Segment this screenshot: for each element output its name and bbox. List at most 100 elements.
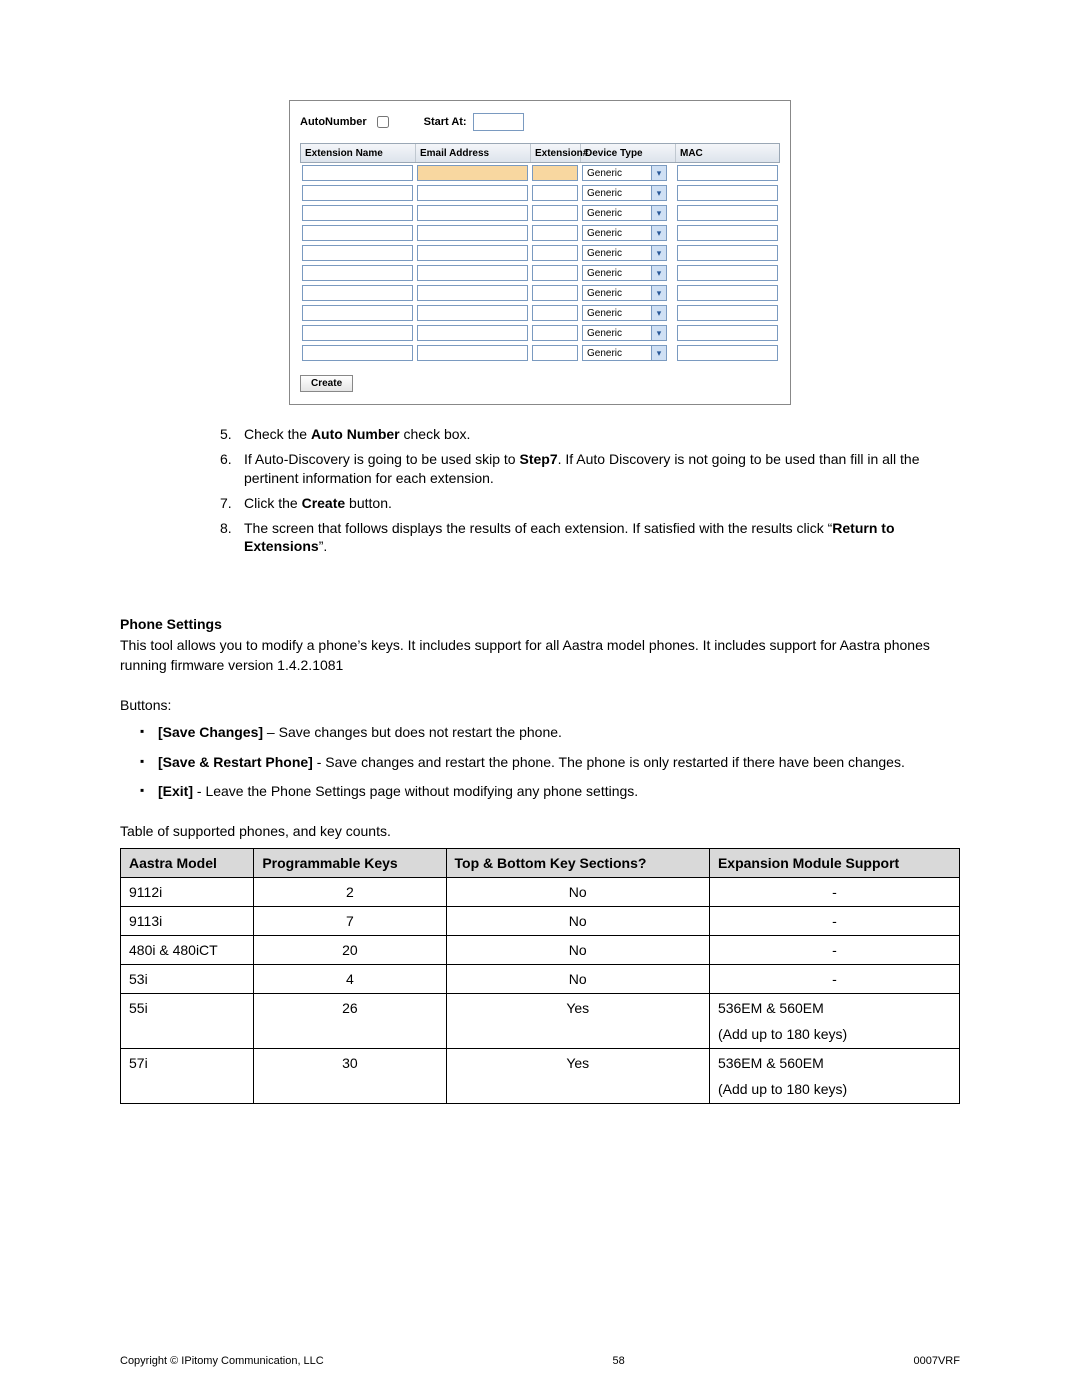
- grid-cell-input[interactable]: [302, 285, 413, 301]
- table-header-cell: Top & Bottom Key Sections?: [446, 848, 709, 877]
- extension-grid-screenshot: AutoNumber Start At: Extension Name Emai…: [289, 100, 791, 405]
- grid-cell-input[interactable]: [302, 325, 413, 341]
- buttons-bullets: [Save Changes] – Save changes but does n…: [120, 723, 960, 802]
- grid-row: Generic▾: [300, 203, 780, 223]
- grid-cell-input[interactable]: [417, 165, 528, 181]
- device-type-select[interactable]: Generic▾: [582, 325, 667, 341]
- grid-cell-input[interactable]: [302, 185, 413, 201]
- grid-cell-input[interactable]: [677, 345, 778, 361]
- grid-cell-input[interactable]: [302, 345, 413, 361]
- grid-cell-input[interactable]: [532, 305, 578, 321]
- table-row: 480i & 480iCT20No-: [121, 935, 960, 964]
- grid-cell-input[interactable]: [677, 285, 778, 301]
- table-row: 57i30Yes536EM & 560EM(Add up to 180 keys…: [121, 1048, 960, 1103]
- grid-cell-input[interactable]: [532, 285, 578, 301]
- grid-cell-input[interactable]: [532, 165, 578, 181]
- grid-cell-input[interactable]: [677, 245, 778, 261]
- chevron-down-icon: ▾: [651, 206, 666, 220]
- instruction-steps: 5.Check the Auto Number check box.6. If …: [220, 425, 960, 556]
- device-type-select[interactable]: Generic▾: [582, 285, 667, 301]
- grid-row: Generic▾: [300, 223, 780, 243]
- device-type-select[interactable]: Generic▾: [582, 345, 667, 361]
- grid-cell-input[interactable]: [302, 245, 413, 261]
- grid-cell-input[interactable]: [417, 225, 528, 241]
- grid-cell-input[interactable]: [417, 245, 528, 261]
- device-type-select[interactable]: Generic▾: [582, 225, 667, 241]
- grid-cell-input[interactable]: [532, 245, 578, 261]
- chevron-down-icon: ▾: [651, 166, 666, 180]
- table-header-cell: Aastra Model: [121, 848, 254, 877]
- chevron-down-icon: ▾: [651, 186, 666, 200]
- grid-cell-input[interactable]: [677, 165, 778, 181]
- table-header-cell: Programmable Keys: [254, 848, 446, 877]
- grid-cell-input[interactable]: [532, 205, 578, 221]
- col-extension-num: Extension#: [531, 144, 581, 162]
- bullet-item: [Save & Restart Phone] - Save changes an…: [140, 753, 960, 773]
- table-row: 9112i2No-: [121, 877, 960, 906]
- autonumber-checkbox[interactable]: [377, 116, 389, 128]
- grid-cell-input[interactable]: [417, 345, 528, 361]
- col-email: Email Address: [416, 144, 531, 162]
- grid-row: Generic▾: [300, 183, 780, 203]
- grid-cell-input[interactable]: [302, 165, 413, 181]
- grid-cell-input[interactable]: [677, 305, 778, 321]
- startat-input[interactable]: [473, 113, 524, 131]
- table-row: 53i4No-: [121, 964, 960, 993]
- col-extension-name: Extension Name: [301, 144, 416, 162]
- grid-cell-input[interactable]: [677, 325, 778, 341]
- grid-row: Generic▾: [300, 163, 780, 183]
- footer-copyright: Copyright © IPitomy Communication, LLC: [120, 1355, 324, 1367]
- autonumber-label: AutoNumber: [300, 116, 367, 128]
- grid-cell-input[interactable]: [417, 285, 528, 301]
- grid-cell-input[interactable]: [417, 205, 528, 221]
- grid-cell-input[interactable]: [417, 325, 528, 341]
- grid-cell-input[interactable]: [677, 185, 778, 201]
- grid-cell-input[interactable]: [302, 205, 413, 221]
- grid-cell-input[interactable]: [532, 265, 578, 281]
- col-device-type: Device Type: [581, 144, 676, 162]
- grid-cell-input[interactable]: [417, 265, 528, 281]
- grid-cell-input[interactable]: [532, 325, 578, 341]
- phone-settings-intro: This tool allows you to modify a phone’s…: [120, 636, 960, 675]
- grid-cell-input[interactable]: [302, 265, 413, 281]
- grid-cell-input[interactable]: [532, 225, 578, 241]
- grid-row: Generic▾: [300, 283, 780, 303]
- device-type-select[interactable]: Generic▾: [582, 205, 667, 221]
- chevron-down-icon: ▾: [651, 306, 666, 320]
- grid-cell-input[interactable]: [677, 265, 778, 281]
- chevron-down-icon: ▾: [651, 266, 666, 280]
- device-type-select[interactable]: Generic▾: [582, 265, 667, 281]
- page-footer: Copyright © IPitomy Communication, LLC 5…: [120, 1355, 960, 1367]
- instruction-step: 5.Check the Auto Number check box.: [220, 425, 960, 444]
- device-type-select[interactable]: Generic▾: [582, 245, 667, 261]
- grid-cell-input[interactable]: [677, 225, 778, 241]
- chevron-down-icon: ▾: [651, 246, 666, 260]
- footer-doc-id: 0007VRF: [914, 1355, 960, 1367]
- device-type-select[interactable]: Generic▾: [582, 305, 667, 321]
- grid-cell-input[interactable]: [677, 205, 778, 221]
- grid-header: Extension Name Email Address Extension# …: [300, 143, 780, 163]
- create-button[interactable]: Create: [300, 375, 353, 392]
- grid-cell-input[interactable]: [532, 345, 578, 361]
- grid-cell-input[interactable]: [417, 185, 528, 201]
- grid-row: Generic▾: [300, 243, 780, 263]
- table-row: 55i26Yes536EM & 560EM(Add up to 180 keys…: [121, 993, 960, 1048]
- bullet-item: [Exit] - Leave the Phone Settings page w…: [140, 782, 960, 802]
- grid-row: Generic▾: [300, 323, 780, 343]
- chevron-down-icon: ▾: [651, 346, 666, 360]
- phone-settings-heading: Phone Settings: [120, 616, 960, 632]
- grid-cell-input[interactable]: [532, 185, 578, 201]
- grid-cell-input[interactable]: [302, 225, 413, 241]
- bullet-item: [Save Changes] – Save changes but does n…: [140, 723, 960, 743]
- phones-table: Aastra ModelProgrammable KeysTop & Botto…: [120, 848, 960, 1104]
- instruction-step: 8.The screen that follows displays the r…: [220, 519, 960, 557]
- grid-cell-input[interactable]: [302, 305, 413, 321]
- chevron-down-icon: ▾: [651, 326, 666, 340]
- device-type-select[interactable]: Generic▾: [582, 165, 667, 181]
- device-type-select[interactable]: Generic▾: [582, 185, 667, 201]
- chevron-down-icon: ▾: [651, 286, 666, 300]
- instruction-step: 7.Click the Create button.: [220, 494, 960, 513]
- col-mac: MAC: [676, 144, 779, 162]
- grid-row: Generic▾: [300, 343, 780, 363]
- grid-cell-input[interactable]: [417, 305, 528, 321]
